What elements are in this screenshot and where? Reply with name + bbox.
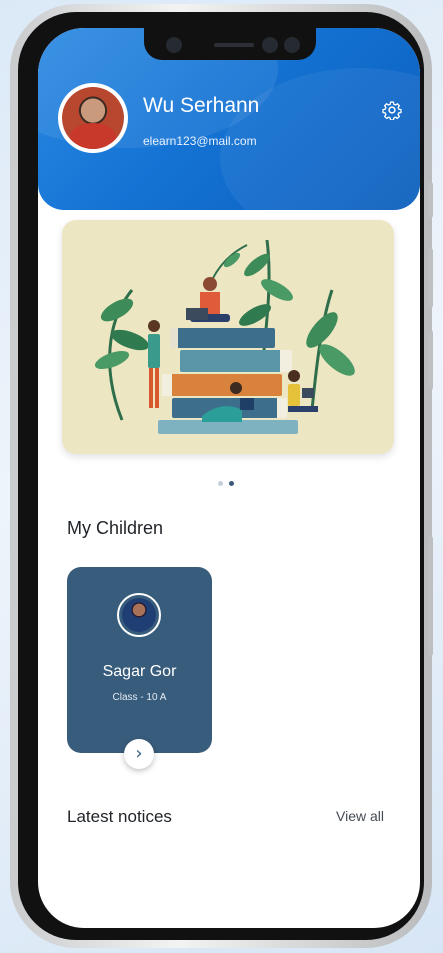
reading-students-illustration [94,239,355,434]
child-avatar [117,593,161,637]
app-screen: Wu Serhann elearn123@mail.com My Childre… [38,28,420,928]
camera-lens [166,37,182,53]
speaker-grille [214,43,254,47]
phone-notch [144,28,316,60]
side-button [428,182,433,218]
phone-frame: Wu Serhann elearn123@mail.com My Childre… [10,4,433,948]
carousel-dot[interactable] [218,481,223,486]
child-name: Sagar Gor [102,663,177,680]
child-card[interactable]: Sagar Gor Class - 10 A [67,567,212,753]
carousel-dot-active[interactable] [229,481,234,486]
my-children-title: My Children [67,518,164,538]
volume-down-button [428,330,433,390]
volume-up-button [428,248,433,308]
sensor-lens [262,37,278,53]
power-button [428,536,433,656]
child-photo [122,598,156,632]
gear-icon[interactable] [382,100,402,120]
view-all-link[interactable]: View all [336,808,384,824]
child-class: Class - 10 A [112,692,167,703]
illustration-banner[interactable] [62,220,394,454]
profile-photo [62,87,124,149]
latest-notices-title: Latest notices [67,807,172,826]
profile-avatar[interactable] [58,83,128,153]
carousel-indicator [218,481,234,486]
sensor-lens-2 [284,37,300,53]
profile-email: elearn123@mail.com [143,134,257,148]
chevron-right-icon[interactable]: › [124,739,154,769]
profile-name: Wu Serhann [143,94,260,117]
